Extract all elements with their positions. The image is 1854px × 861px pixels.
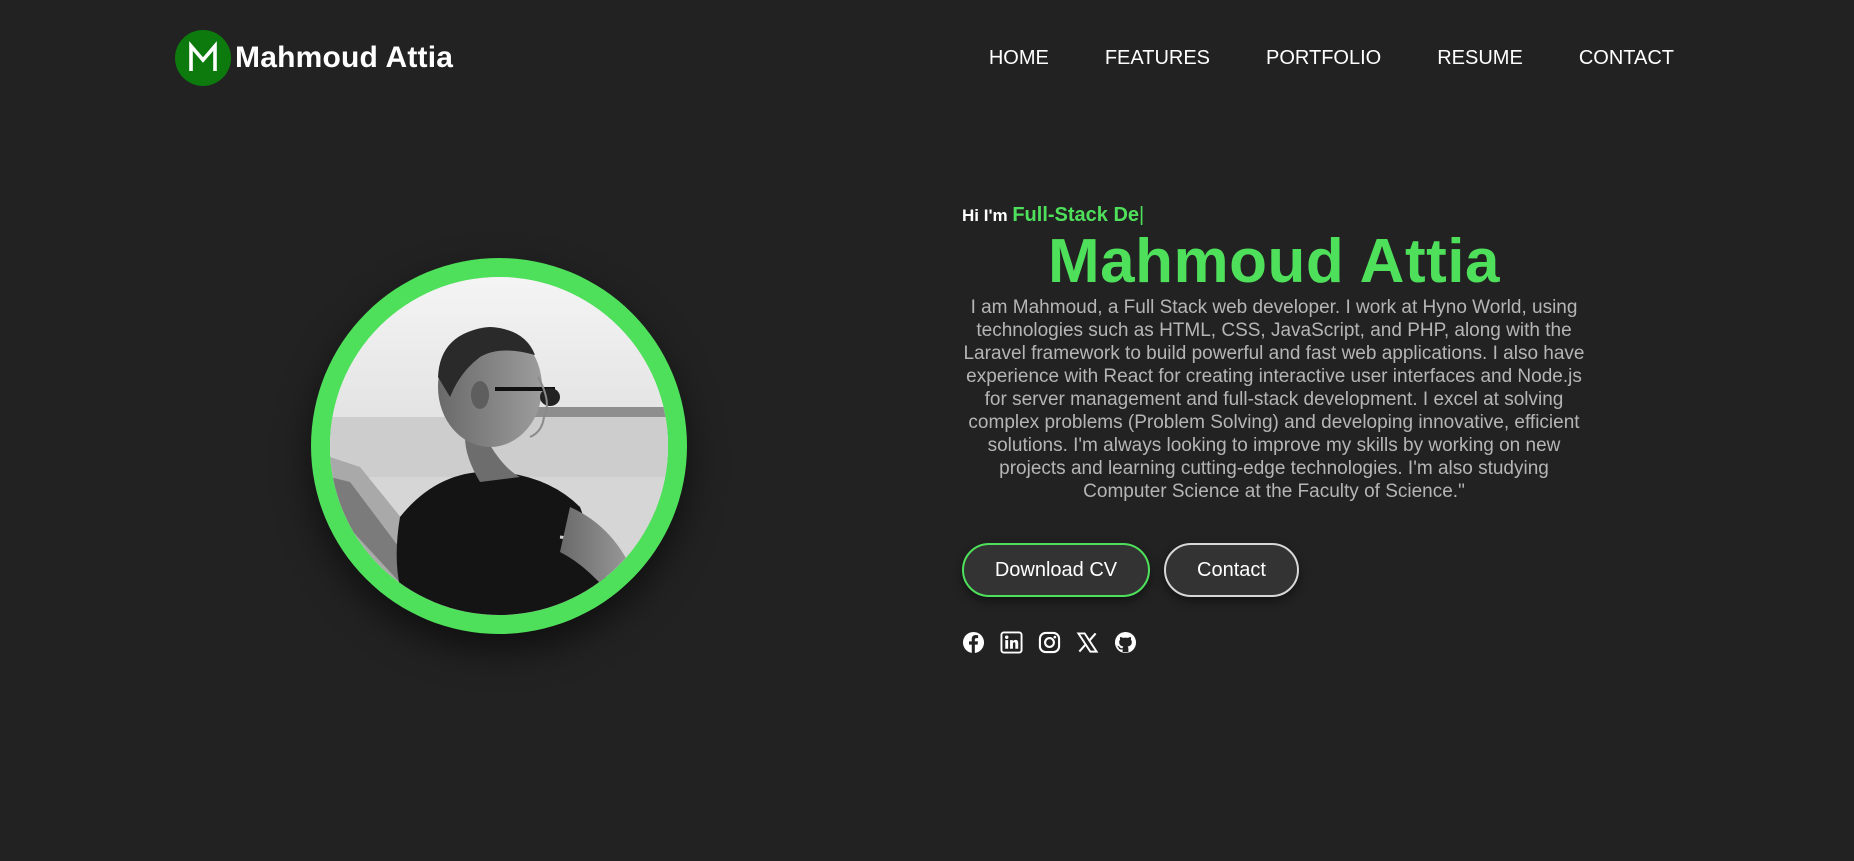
nav-features[interactable]: FEATURES (1105, 46, 1210, 70)
brand-logo-icon (175, 30, 231, 86)
nav-resume[interactable]: RESUME (1437, 46, 1523, 70)
hero-section: Hi I'm Full-Stack De| Mahmoud Attia I am… (962, 200, 1586, 654)
hero-name: Mahmoud Attia (1048, 227, 1500, 296)
typing-cursor: | (1139, 204, 1145, 226)
download-cv-button[interactable]: Download CV (962, 543, 1150, 597)
nav-home[interactable]: HOME (989, 46, 1049, 70)
instagram-icon[interactable] (1038, 631, 1061, 654)
contact-button[interactable]: Contact (1164, 543, 1299, 597)
site-header: Mahmoud Attia HOME FEATURES PORTFOLIO RE… (0, 0, 1854, 116)
brand-name: Mahmoud Attia (235, 41, 454, 74)
profile-picture-frame (311, 258, 687, 634)
linkedin-icon[interactable] (1000, 631, 1023, 654)
greeting-prefix: Hi I'm (962, 206, 1008, 225)
x-icon[interactable] (1076, 631, 1099, 654)
greeting-line: Hi I'm Full-Stack De| (962, 200, 1586, 230)
facebook-icon[interactable] (962, 631, 985, 654)
profile-photo-illustration (330, 277, 668, 615)
main-nav: HOME FEATURES PORTFOLIO RESUME CONTACT (989, 46, 1674, 70)
m-logo-icon (189, 41, 217, 71)
hero-buttons: Download CV Contact (962, 543, 1586, 597)
profile-photo (330, 277, 668, 615)
nav-contact[interactable]: CONTACT (1579, 46, 1674, 70)
typed-role: Full-Stack De (1012, 204, 1140, 226)
github-icon[interactable] (1114, 631, 1137, 654)
bio-text: I am Mahmoud, a Full Stack web developer… (963, 297, 1585, 502)
nav-portfolio[interactable]: PORTFOLIO (1266, 46, 1381, 70)
brand-link[interactable]: Mahmoud Attia (175, 30, 453, 86)
social-links (962, 631, 1586, 654)
